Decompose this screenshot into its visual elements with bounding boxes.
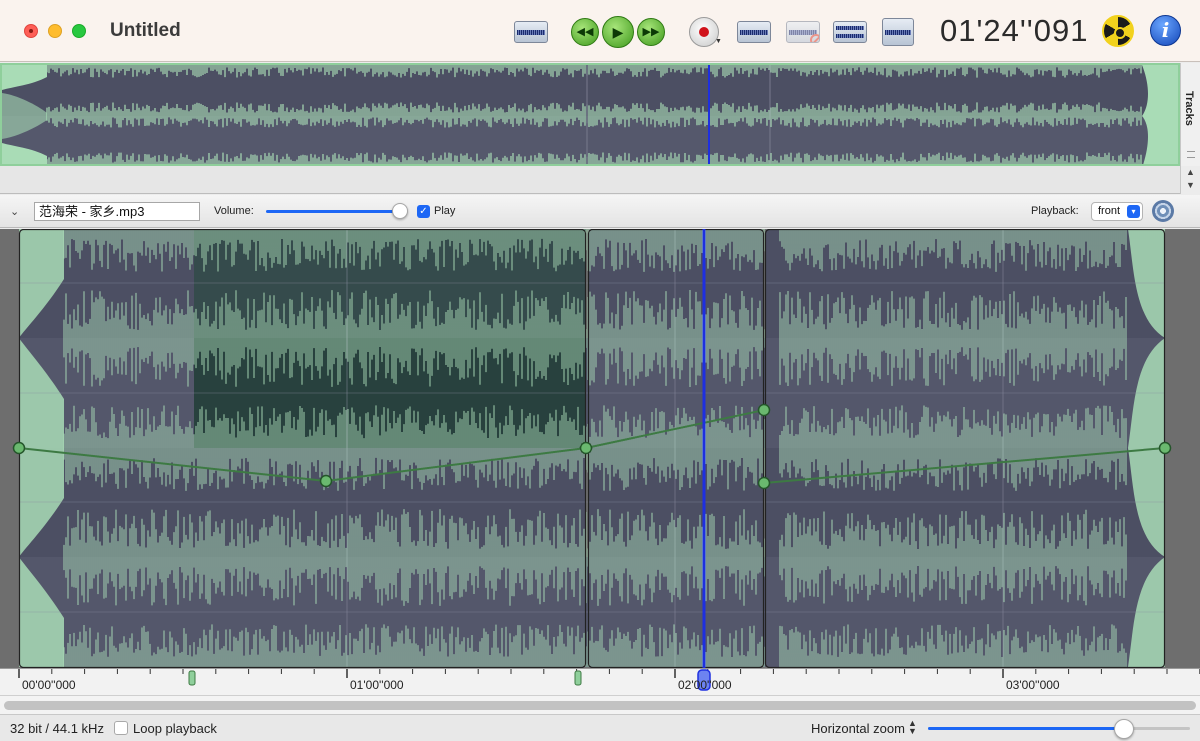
equalizer-icon [836, 26, 864, 30]
no-waveform-button[interactable] [786, 21, 820, 43]
fast-forward-button[interactable]: ▶▶ [637, 18, 665, 46]
radiation-icon[interactable] [1102, 15, 1134, 47]
window-title: Untitled [110, 20, 181, 41]
zoom-slider-fill [928, 727, 1125, 730]
horizontal-zoom-label: Horizontal zoom [811, 721, 905, 736]
ruler-label: 00'00''000 [22, 678, 76, 692]
tracks-label: Tracks [1183, 91, 1195, 126]
grip-icon [1187, 151, 1195, 158]
ruler-label: 01'00''000 [350, 678, 404, 692]
audio-format-label: 32 bit / 44.1 kHz [10, 721, 104, 736]
zoom-stepper-icon[interactable]: ▲ ▼ [908, 719, 917, 736]
play-label: Play [434, 205, 456, 217]
app-window: Untitled ◀◀ ▶ ▶▶ ▼ 01'24''091 i Tracks ▲… [0, 0, 1200, 741]
volume-slider-track[interactable] [266, 210, 401, 213]
tracks-drawer-tab[interactable]: Tracks [1180, 63, 1200, 166]
zoom-slider-knob[interactable] [1114, 719, 1134, 739]
volume-label: Volume: [214, 205, 254, 217]
play-icon: ▶ [612, 24, 624, 40]
info-button[interactable]: i [1150, 15, 1181, 46]
horizontal-scroll-thumb[interactable] [4, 701, 1196, 710]
ruler-label: 03'00''000 [1006, 678, 1060, 692]
loop-playback-label: Loop playback [133, 721, 217, 736]
track-filename-field[interactable]: 范海荣 - 家乡.mp3 [34, 202, 200, 221]
waveform-icon [740, 30, 768, 35]
record-menu-arrow-icon[interactable]: ▼ [715, 38, 722, 45]
export-icon [885, 30, 911, 35]
title-bar: Untitled ◀◀ ▶ ▶▶ ▼ 01'24''091 i [0, 0, 1200, 62]
status-bar: 32 bit / 44.1 kHz Loop playback Horizont… [0, 714, 1200, 741]
play-button[interactable]: ▶ [602, 16, 634, 48]
fast-forward-icon: ▶▶ [642, 25, 660, 38]
select-arrows-icon: ▾ [1127, 205, 1140, 218]
waveform-icon [517, 30, 545, 35]
playback-select[interactable]: front ▾ [1091, 202, 1143, 221]
volume-slider-knob[interactable] [392, 203, 408, 219]
overview-waveform-graphic [2, 65, 1178, 164]
overview-waveform[interactable] [0, 63, 1180, 166]
time-display: 01'24''091 [940, 13, 1089, 48]
minimize-window-button[interactable] [48, 24, 62, 38]
record-icon [699, 27, 709, 37]
playback-value: front [1098, 205, 1121, 217]
track-waveform-graphic [0, 229, 1200, 668]
playback-label: Playback: [1031, 205, 1079, 217]
prohibited-icon [810, 34, 819, 42]
horizontal-scrollbar[interactable] [0, 695, 1200, 714]
waveform-alt-button[interactable] [737, 21, 771, 43]
loop-playback-checkbox[interactable] [114, 721, 128, 735]
vertical-scroll-arrows[interactable]: ▲ ▼ [1180, 166, 1200, 194]
overview-spacer [0, 166, 1180, 194]
equalizer-button[interactable] [833, 21, 867, 43]
close-window-button[interactable] [24, 24, 38, 38]
rewind-icon: ◀◀ [576, 25, 594, 38]
track-waveform-area[interactable] [0, 229, 1200, 668]
zoom-window-button[interactable] [72, 24, 86, 38]
collapse-track-icon[interactable]: ⌄ [10, 205, 19, 218]
track-header: ⌄ 范海荣 - 家乡.mp3 Volume: ✓ Play Playback: … [0, 195, 1200, 228]
export-button[interactable] [882, 18, 914, 46]
time-ruler[interactable]: 00'00''000 01'00''000 02'00''000 03'00''… [0, 668, 1200, 695]
waveform-view-button[interactable] [514, 21, 548, 43]
play-checkbox[interactable]: ✓ [417, 205, 430, 218]
rewind-button[interactable]: ◀◀ [571, 18, 599, 46]
ruler-label: 02'00''000 [678, 678, 732, 692]
gear-icon[interactable] [1152, 200, 1174, 222]
